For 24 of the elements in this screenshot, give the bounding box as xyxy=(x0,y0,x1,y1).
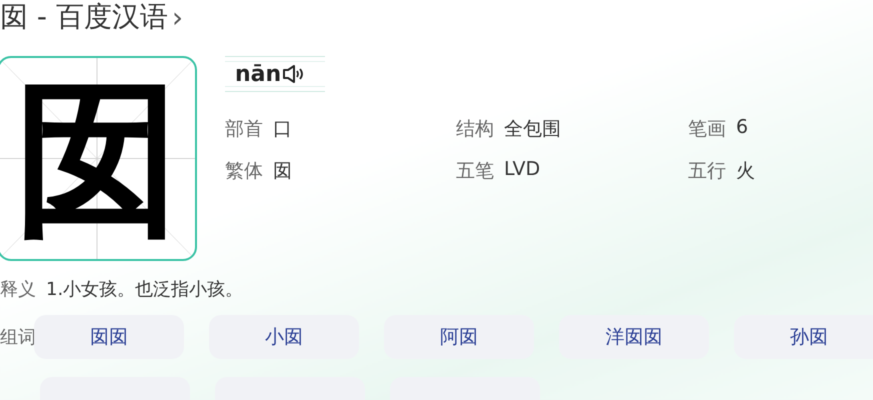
word-chip[interactable]: 洋囡囡 xyxy=(559,315,709,359)
attribute-value: LVD xyxy=(504,158,540,182)
word-chip[interactable]: 小囡 xyxy=(209,315,359,359)
attribute-value: 口 xyxy=(273,117,292,142)
words-label: 组词 xyxy=(0,326,36,349)
pinyin: nān xyxy=(235,62,282,86)
attribute-value: 火 xyxy=(736,159,755,184)
word-chip[interactable]: 孙囡 xyxy=(734,315,873,359)
word-chip[interactable]: 囡囡 xyxy=(34,315,184,359)
attribute-label: 五笔 xyxy=(456,159,494,184)
attribute-value: 全包围 xyxy=(504,117,561,142)
definition-text: 1.小女孩。也泛指小孩。 xyxy=(46,278,244,301)
chevron-icon[interactable]: › xyxy=(172,0,184,34)
attribute-value: 6 xyxy=(736,116,748,140)
attribute-label: 繁体 xyxy=(225,159,263,184)
attribute-label: 结构 xyxy=(456,117,494,142)
attribute-label: 五行 xyxy=(688,159,726,184)
attribute-label: 部首 xyxy=(225,117,263,142)
word-chip[interactable]: 阿囡 xyxy=(384,315,534,359)
page-title[interactable]: 囡 - 百度汉语 xyxy=(0,0,168,34)
definition-label: 释义 xyxy=(0,278,36,301)
large-character: 囡 xyxy=(13,74,181,242)
attribute-value: 囡 xyxy=(273,159,292,184)
attribute-label: 笔画 xyxy=(688,117,726,142)
